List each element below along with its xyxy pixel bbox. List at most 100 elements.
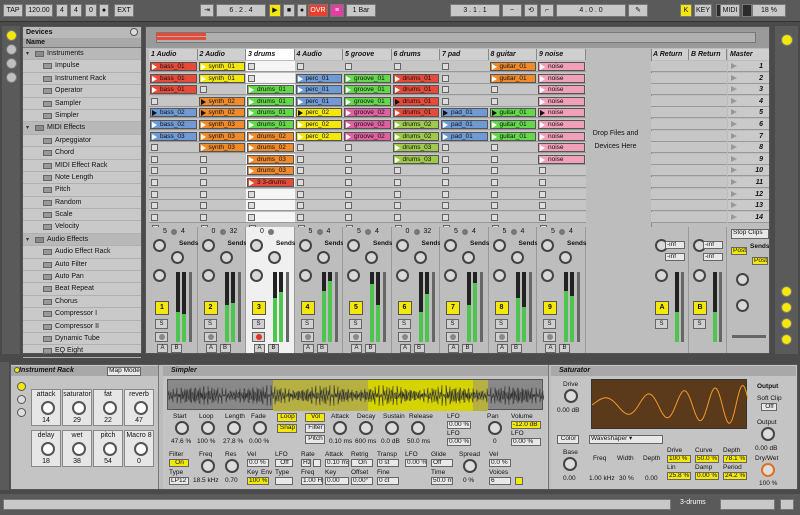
clip-slot[interactable]: drums_02: [391, 130, 440, 142]
clip[interactable]: synth_01: [198, 73, 245, 83]
browser-item[interactable]: Simpler: [23, 110, 141, 123]
clip-slot[interactable]: [343, 153, 392, 165]
crossfader[interactable]: [732, 335, 766, 338]
env-param-knob[interactable]: [385, 421, 399, 435]
clip[interactable]: noise: [538, 62, 585, 71]
clip-launch-icon[interactable]: [491, 64, 497, 70]
scene-launch[interactable]: 13: [728, 200, 769, 212]
clip-slot[interactable]: [488, 200, 537, 212]
clip-launch-icon[interactable]: [346, 110, 351, 117]
crossfade-b-button[interactable]: B: [559, 344, 570, 353]
clip-launch-icon[interactable]: [297, 75, 303, 82]
clip-stop-button-icon[interactable]: [442, 167, 449, 175]
clip-stop-button-icon[interactable]: [442, 97, 449, 105]
scene-launch[interactable]: 14: [728, 211, 769, 223]
clip-slot[interactable]: [294, 177, 343, 188]
browser-item[interactable]: Chorus: [23, 296, 141, 309]
track-header[interactable]: 3 drums: [246, 49, 295, 60]
rand-field[interactable]: 0.00 %: [447, 438, 471, 446]
send-a-knob[interactable]: [298, 239, 312, 252]
env-param-knob[interactable]: [411, 421, 425, 435]
clip-stop-button-icon[interactable]: [199, 86, 207, 94]
clip-slot[interactable]: drums_03: [391, 142, 440, 154]
clip-stop-button-icon[interactable]: [490, 97, 498, 105]
key-map-button[interactable]: KEY: [694, 4, 712, 17]
snap-button[interactable]: Snap: [277, 424, 297, 433]
transpose-field[interactable]: 0 st: [377, 459, 399, 467]
clip-slot[interactable]: drums_01: [246, 119, 295, 130]
clip[interactable]: perc_02: [295, 131, 342, 141]
clip-slot[interactable]: [343, 165, 392, 177]
volume-fader[interactable]: [431, 272, 435, 342]
browser-folder[interactable]: ▾ Audio Effects: [23, 233, 141, 247]
clip-slot[interactable]: [149, 165, 198, 177]
clip-launch-icon[interactable]: [297, 133, 303, 140]
clip-slot[interactable]: noise: [537, 119, 586, 130]
clip-launch-icon[interactable]: [540, 133, 545, 140]
return-track-header[interactable]: B Return: [689, 49, 727, 60]
pan-knob[interactable]: [153, 269, 166, 282]
clip-slot[interactable]: [343, 200, 392, 212]
clip-slot[interactable]: [149, 153, 198, 165]
midi-map-button[interactable]: MIDI: [720, 4, 740, 17]
browser-item[interactable]: Compressor II: [23, 321, 141, 333]
clip-slot[interactable]: [440, 61, 489, 72]
clip-slot[interactable]: noise: [537, 84, 586, 96]
clip[interactable]: drums_01: [392, 108, 439, 118]
solo-button[interactable]: S: [446, 319, 459, 329]
clip-slot[interactable]: [488, 211, 537, 223]
arm-button[interactable]: [300, 332, 314, 342]
return-pan-knob[interactable]: [693, 269, 706, 282]
tempo-field[interactable]: 120.00: [25, 4, 53, 17]
track-header[interactable]: 7 pad: [440, 49, 489, 60]
macro-dial-icon[interactable]: [72, 442, 86, 456]
clip[interactable]: guitar_01: [489, 73, 536, 83]
clip-slot[interactable]: [537, 165, 586, 177]
clip[interactable]: noise: [538, 108, 585, 118]
browser-item[interactable]: EQ Eight: [23, 345, 141, 358]
lfo-retrig-button[interactable]: On: [351, 459, 373, 467]
clip[interactable]: pad_01: [441, 108, 488, 118]
clip-slot[interactable]: [537, 177, 586, 188]
clip-stop-button-icon[interactable]: [393, 179, 401, 186]
browser-item[interactable]: Sampler: [23, 98, 141, 110]
clip-launch-icon[interactable]: [346, 75, 351, 82]
clip-slot[interactable]: noise: [537, 61, 586, 72]
clip-slot[interactable]: pad_01: [440, 107, 489, 119]
lfo-offset-field[interactable]: 0.00°: [351, 477, 373, 485]
detail-toggle-icon[interactable]: [780, 499, 794, 510]
clip-stop-button-icon[interactable]: [442, 86, 449, 94]
clip[interactable]: drums_01: [247, 96, 294, 106]
arm-button[interactable]: [349, 332, 362, 342]
clip-stop-button-icon[interactable]: [393, 202, 401, 210]
sample-waveform[interactable]: [167, 379, 544, 411]
clip[interactable]: drums_03: [392, 143, 439, 153]
sat-base-knob[interactable]: [563, 457, 577, 471]
solo-button[interactable]: S: [155, 319, 168, 329]
clip-slot[interactable]: [537, 200, 586, 212]
clip-slot[interactable]: [246, 72, 295, 84]
clip-stop-button-icon[interactable]: [151, 155, 158, 163]
clip-slot[interactable]: synth_02: [197, 95, 246, 107]
clip-slot[interactable]: [488, 142, 537, 154]
track-activator[interactable]: 7: [446, 301, 460, 315]
clip-slot[interactable]: bass_01: [149, 84, 198, 96]
volume-fader[interactable]: [577, 272, 580, 342]
sat-output-knob[interactable]: [761, 427, 775, 441]
browser-item[interactable]: Dynamic Tube: [23, 333, 141, 346]
clip-launch-icon[interactable]: [394, 98, 400, 105]
clip-slot[interactable]: [343, 177, 392, 188]
clip-stop-button-icon[interactable]: [442, 144, 449, 152]
waveshaper-param-field[interactable]: 50.0 %: [695, 455, 719, 463]
clip[interactable]: drums_02: [392, 120, 439, 129]
folder-disclosure-icon[interactable]: ▾: [26, 50, 34, 58]
clip-launch-icon[interactable]: [152, 133, 157, 140]
waveshaper-param-field[interactable]: 25.8 %: [667, 472, 691, 480]
clip-stop-button-icon[interactable]: [248, 63, 255, 70]
clip-slot[interactable]: drums_02: [246, 142, 295, 154]
clip-slot[interactable]: noise: [537, 107, 586, 119]
scene-launch-icon[interactable]: [731, 132, 737, 139]
browser-item[interactable]: Impulse: [23, 60, 141, 73]
clip-launch-icon[interactable]: [200, 64, 206, 70]
track-header[interactable]: 2 Audio: [197, 49, 246, 60]
